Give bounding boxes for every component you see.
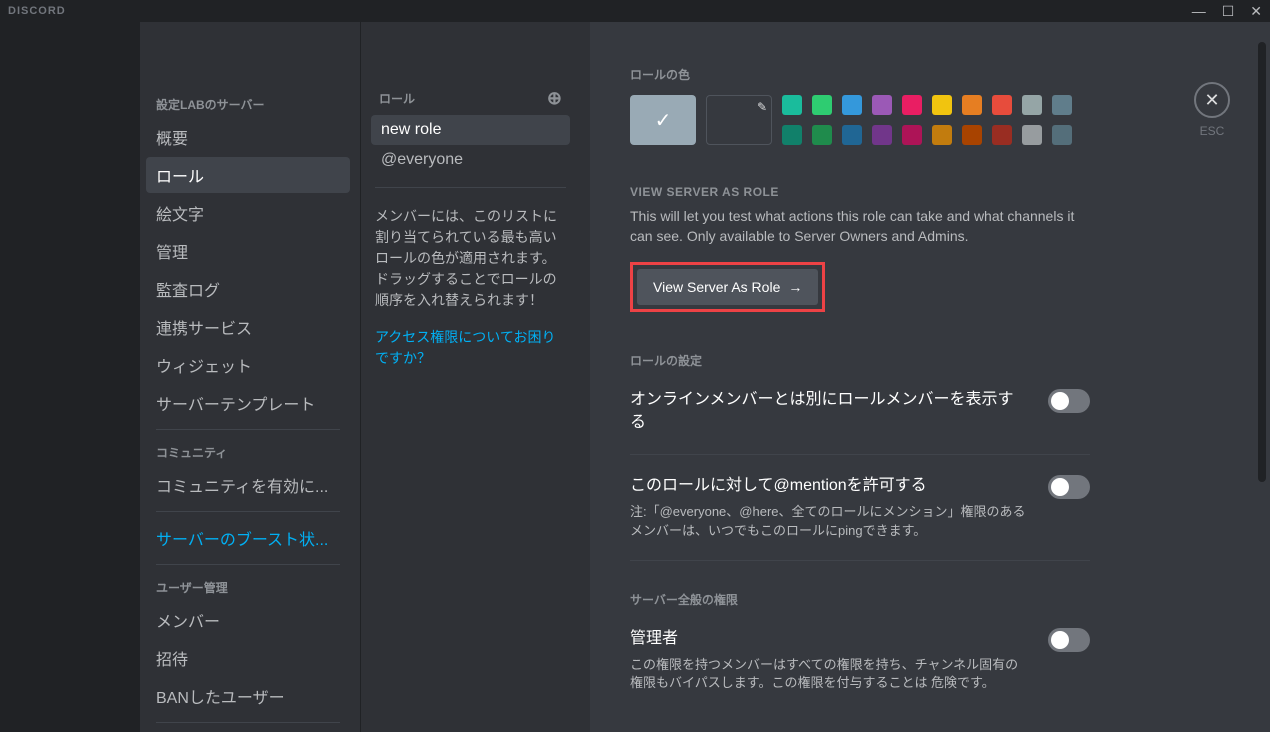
color-swatch[interactable]	[782, 125, 802, 145]
server-permissions-label: サーバー全般の権限	[630, 591, 1090, 608]
perm-note: この権限を持つメンバーはすべての権限を持ち、チャンネル固有の権限もバイパスします…	[630, 656, 1028, 692]
brand-logo: DISCORD	[8, 5, 66, 17]
role-item[interactable]: new role	[371, 115, 570, 145]
view-as-role-title: VIEW SERVER AS ROLE	[630, 185, 1090, 199]
color-swatch[interactable]	[842, 125, 862, 145]
close-label: ESC	[1194, 124, 1230, 138]
toggle-note: 注:「@everyone、@here、全てのロールにメンション」権限のあるメンバ…	[630, 503, 1028, 539]
color-swatch[interactable]	[1022, 95, 1042, 115]
nav-item[interactable]: 監査ログ	[146, 271, 350, 307]
add-role-icon[interactable]: ⊕	[547, 88, 562, 109]
view-role-btn-label: View Server As Role	[653, 279, 780, 295]
nav-header-user-mgmt: ユーザー管理	[146, 573, 350, 602]
color-custom-picker[interactable]: ✎	[706, 95, 772, 145]
color-swatch[interactable]	[812, 95, 832, 115]
nav-item[interactable]: BANしたユーザー	[146, 678, 350, 714]
nav-item[interactable]: 概要	[146, 119, 350, 155]
toggle-switch[interactable]	[1048, 389, 1090, 413]
arrow-right-icon: →	[788, 279, 802, 295]
window-controls: — ☐ ✕	[1192, 3, 1262, 20]
nav-item[interactable]: メンバー	[146, 602, 350, 638]
color-swatch[interactable]	[842, 95, 862, 115]
nav-item-boost[interactable]: サーバーのブースト状...	[146, 520, 350, 556]
nav-item[interactable]: 連携サービス	[146, 309, 350, 345]
toggle-display-separately: オンラインメンバーとは別にロールメンバーを表示する	[630, 389, 1090, 455]
nav-header-community: コミュニティ	[146, 438, 350, 467]
roles-header-label: ロール	[379, 90, 415, 107]
toggle-switch[interactable]	[1048, 628, 1090, 652]
permission-administrator: 管理者 この権限を持つメンバーはすべての権限を持ち、チャンネル固有の権限もバイパ…	[630, 628, 1090, 713]
color-swatch[interactable]	[1052, 125, 1072, 145]
nav-divider	[156, 511, 340, 512]
toggle-label: オンラインメンバーとは別にロールメンバーを表示する	[630, 389, 1028, 434]
nav-item[interactable]: ロール	[146, 157, 350, 193]
color-swatch[interactable]	[782, 95, 802, 115]
role-color-label: ロールの色	[630, 66, 1090, 83]
color-swatch[interactable]	[962, 95, 982, 115]
nav-divider	[156, 429, 340, 430]
scrollbar[interactable]	[1258, 42, 1266, 732]
nav-header-server: 設定LABのサーバー	[146, 90, 350, 119]
toggle-allow-mention: このロールに対して@mentionを許可する 注:「@everyone、@her…	[630, 475, 1090, 561]
nav-item[interactable]: 招待	[146, 640, 350, 676]
color-swatch[interactable]	[992, 125, 1012, 145]
close-settings[interactable]: ✕ ESC	[1194, 82, 1230, 138]
close-icon[interactable]: ✕	[1194, 82, 1230, 118]
color-swatch[interactable]	[812, 125, 832, 145]
role-settings-label: ロールの設定	[630, 352, 1090, 369]
nav-item[interactable]: 絵文字	[146, 195, 350, 231]
nav-item[interactable]: コミュニティを有効に...	[146, 467, 350, 503]
nav-item[interactable]: 管理	[146, 233, 350, 269]
nav-divider	[156, 564, 340, 565]
minimize-icon[interactable]: —	[1192, 3, 1206, 20]
close-window-icon[interactable]: ✕	[1250, 3, 1262, 20]
color-swatch[interactable]	[902, 95, 922, 115]
nav-divider	[156, 722, 340, 723]
nav-item[interactable]: ウィジェット	[146, 347, 350, 383]
guild-sidebar	[0, 22, 140, 732]
role-settings-content: ✕ ESC ロールの色 ✓ ✎ VIEW SERVER AS ROLE This…	[590, 22, 1270, 732]
nav-item[interactable]: サーバーテンプレート	[146, 385, 350, 421]
color-default[interactable]: ✓	[630, 95, 696, 145]
color-swatch[interactable]	[902, 125, 922, 145]
toggle-label: このロールに対して@mentionを許可する	[630, 475, 1028, 497]
roles-help-link[interactable]: アクセス権限についてお困りですか？	[371, 327, 570, 369]
color-swatch[interactable]	[1052, 95, 1072, 115]
color-swatch[interactable]	[1022, 125, 1042, 145]
settings-nav: 設定LABのサーバー 概要ロール絵文字管理監査ログ連携サービスウィジェットサーバ…	[140, 22, 360, 732]
color-swatch[interactable]	[992, 95, 1012, 115]
color-swatch[interactable]	[932, 125, 952, 145]
roles-column: ロール ⊕ new role@everyone メンバーには、このリストに割り当…	[360, 22, 590, 732]
view-as-role-desc: This will let you test what actions this…	[630, 207, 1090, 246]
toggle-switch[interactable]	[1048, 475, 1090, 499]
color-swatch[interactable]	[872, 125, 892, 145]
color-swatch[interactable]	[872, 95, 892, 115]
roles-divider	[375, 187, 566, 188]
color-swatch[interactable]	[932, 95, 952, 115]
maximize-icon[interactable]: ☐	[1222, 3, 1235, 20]
highlight-annotation: View Server As Role →	[630, 262, 825, 312]
view-server-as-role-button[interactable]: View Server As Role →	[637, 269, 818, 305]
titlebar: DISCORD — ☐ ✕	[0, 0, 1270, 22]
roles-note: メンバーには、このリストに割り当てられている最も高いロールの色が適用されます。ド…	[371, 206, 570, 311]
scrollbar-thumb[interactable]	[1258, 42, 1266, 482]
color-swatch[interactable]	[962, 125, 982, 145]
perm-label: 管理者	[630, 628, 1028, 650]
role-item[interactable]: @everyone	[371, 145, 570, 175]
